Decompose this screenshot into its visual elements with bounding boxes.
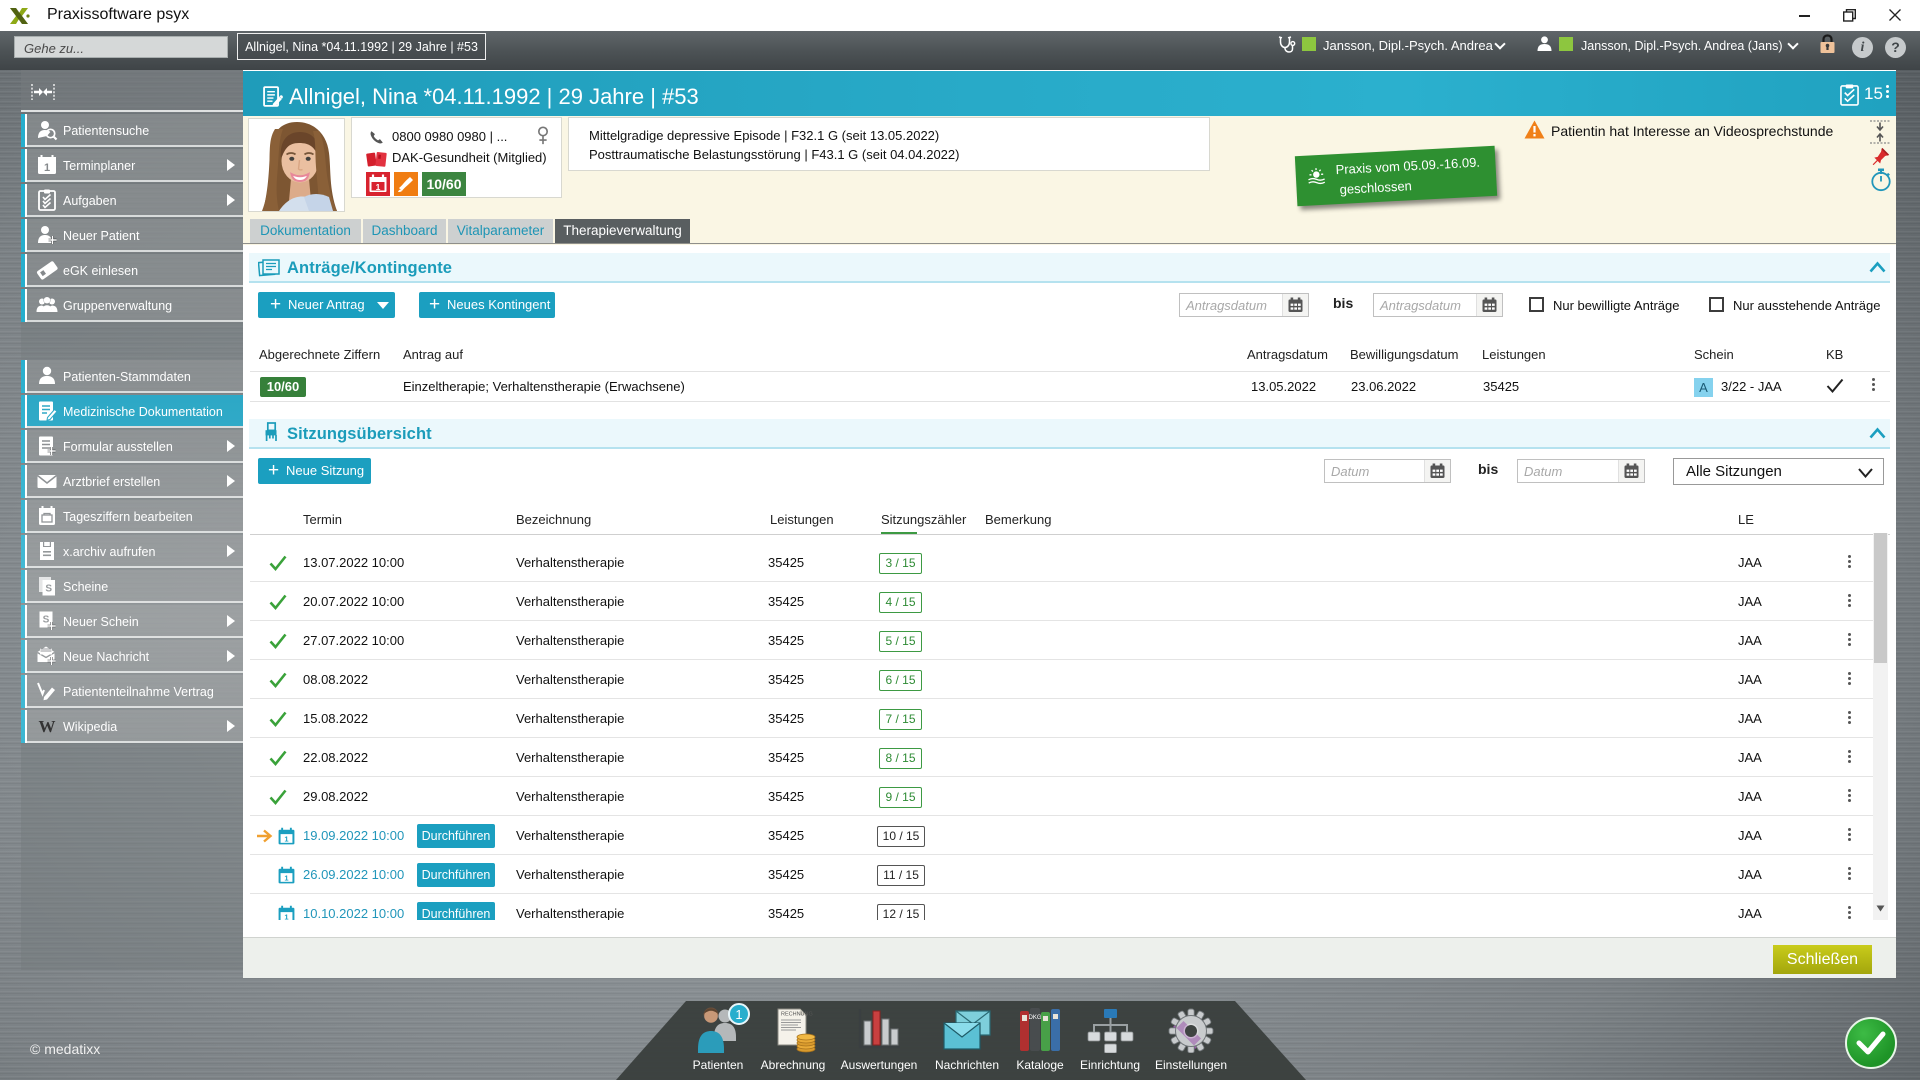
svg-text:1: 1: [284, 874, 288, 883]
svg-text:1: 1: [284, 913, 288, 920]
svg-text:S: S: [45, 584, 52, 595]
svg-text:DKG: DKG: [1028, 1015, 1041, 1021]
svg-text:1: 1: [44, 162, 50, 174]
svg-text:1: 1: [376, 182, 381, 192]
svg-text:1: 1: [284, 835, 288, 844]
svg-text:S: S: [43, 615, 50, 626]
svg-text:W: W: [39, 717, 56, 736]
svg-text:RECHNUNG: RECHNUNG: [781, 1012, 813, 1018]
